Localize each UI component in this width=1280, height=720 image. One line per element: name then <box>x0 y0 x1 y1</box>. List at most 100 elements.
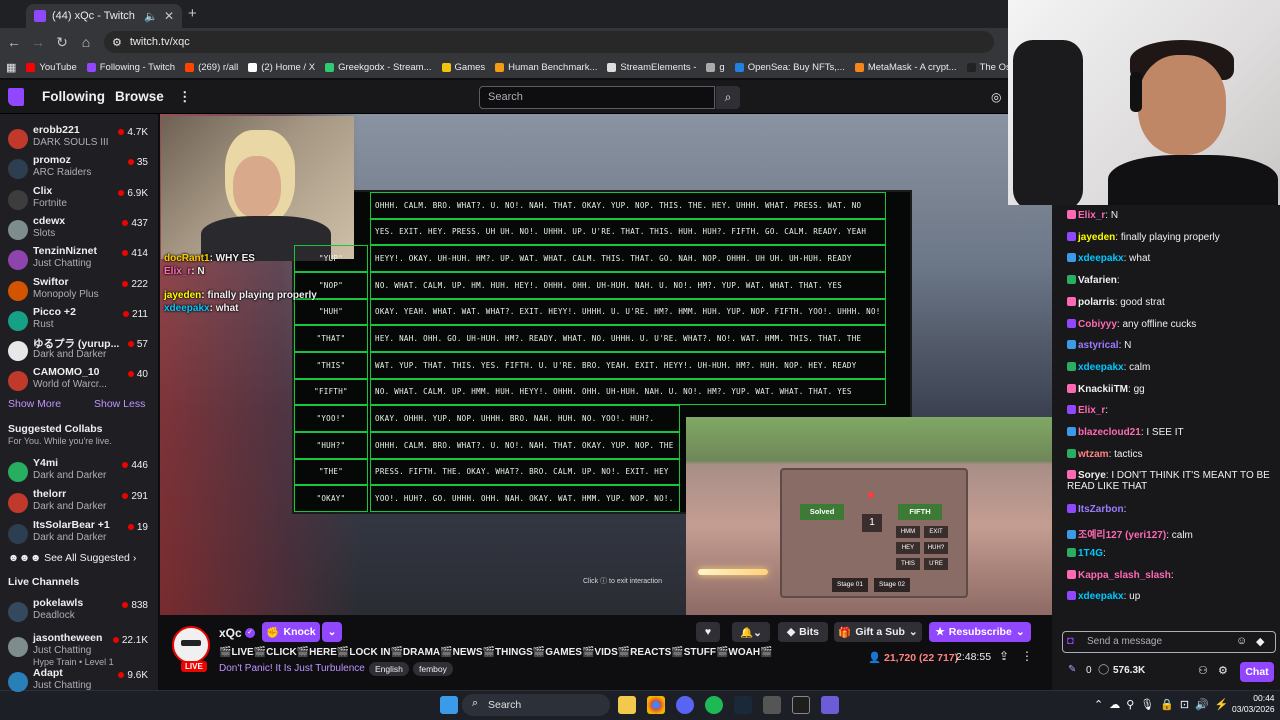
chat-username[interactable]: Elix_r <box>1078 210 1105 221</box>
reload-icon[interactable]: ↻ <box>50 34 74 51</box>
apps-grid-icon[interactable]: ▦ <box>6 61 16 74</box>
close-tab-icon[interactable]: ✕ <box>164 9 174 23</box>
steam-icon[interactable] <box>734 696 752 714</box>
home-icon[interactable]: ⌂ <box>74 34 98 50</box>
chat-username[interactable]: xdeepakx <box>1078 362 1124 373</box>
spotify-icon[interactable] <box>705 696 723 714</box>
sidebar-channel[interactable]: jasontheween Just Chatting 22.1K Hype Train… <box>6 631 156 671</box>
bookmark-item[interactable]: Following - Twitch <box>86 62 175 73</box>
notifications-bell-icon[interactable]: 🔔⌄ <box>732 622 770 642</box>
apps-icon[interactable] <box>821 696 839 714</box>
bookmark-item[interactable]: Games <box>441 62 485 73</box>
chat-viewers-icon[interactable]: ⚇ <box>1198 664 1208 677</box>
chat-username[interactable]: astyrical <box>1078 340 1119 351</box>
chat-username[interactable]: 조예리127 (yeri127) <box>1078 530 1166 541</box>
bookmark-item[interactable]: StreamElements - <box>607 62 696 73</box>
chat-username[interactable]: Vafarien <box>1078 275 1117 286</box>
show-more-link[interactable]: Show More <box>8 398 61 410</box>
forward-icon[interactable]: → <box>26 34 50 50</box>
gift-sub-button[interactable]: 🎁 Gift a Sub ⌄ <box>834 622 922 642</box>
sidebar-channel[interactable]: Picco +2 Rust 211 <box>6 305 156 335</box>
chat-username[interactable]: jayeden <box>1078 232 1115 243</box>
chat-emote-icon[interactable]: ☺ <box>1236 635 1247 647</box>
sidebar-channel[interactable]: promoz ARC Raiders 35 <box>6 153 156 183</box>
back-icon[interactable]: ← <box>2 34 26 50</box>
chat-username[interactable]: wtzam <box>1078 449 1109 460</box>
chat-username[interactable]: blazecloud21 <box>1078 427 1141 438</box>
search-input[interactable]: Search <box>479 86 715 109</box>
discord-icon[interactable] <box>676 696 694 714</box>
see-all-suggested-link[interactable]: ☻☻☻ See All Suggested › <box>8 552 136 564</box>
knock-button[interactable]: ✊ Knock <box>262 622 320 642</box>
chat-username[interactable]: polarris <box>1078 297 1115 308</box>
sidebar-channel[interactable]: cdewx Slots 437 <box>6 214 156 244</box>
more-menu-icon[interactable]: ⋮ <box>178 89 192 105</box>
streamer-name[interactable]: xQc <box>219 626 242 640</box>
bookmark-item[interactable]: Human Benchmark... <box>495 62 597 73</box>
follow-heart-icon[interactable]: ♥ <box>696 622 720 642</box>
channel-points-icon[interactable]: ◯ <box>1098 664 1109 675</box>
new-tab-button[interactable]: + <box>188 5 197 22</box>
stream-category-link[interactable]: Don't Panic! It Is Just Turbulence <box>219 663 365 674</box>
knock-dropdown-icon[interactable]: ⌄ <box>322 622 342 642</box>
sidebar-channel[interactable]: thelorr Dark and Darker 291 <box>6 487 156 517</box>
tag-english[interactable]: English <box>369 662 409 676</box>
chat-pin-icon[interactable]: ✎ <box>1068 664 1076 675</box>
sidebar-channel[interactable]: Swiftor Monopoly Plus 222 <box>6 275 156 305</box>
chat-username[interactable]: Kappa_slash_slash <box>1078 570 1171 581</box>
bookmark-item[interactable]: The Osbournes - Se... <box>966 62 1008 73</box>
sidebar-channel[interactable]: Y4mi Dark and Darker 446 <box>6 456 156 486</box>
bookmark-item[interactable]: (269) r/all <box>185 62 238 73</box>
tag-femboy[interactable]: femboy <box>413 662 453 676</box>
chrome-icon[interactable] <box>647 696 665 714</box>
chat-username[interactable]: ItsZarbon <box>1078 504 1124 515</box>
chat-username[interactable]: Cobiyyy <box>1078 319 1117 330</box>
chat-username[interactable]: xdeepakx <box>1078 591 1124 602</box>
chat-username[interactable]: Sorye <box>1078 470 1106 481</box>
chat-settings-gear-icon[interactable]: ⚙ <box>1218 664 1228 677</box>
show-less-link[interactable]: Show Less <box>94 398 145 410</box>
chat-username[interactable]: 1T4G <box>1078 548 1103 559</box>
prime-crown-icon[interactable]: ◎ <box>991 90 1001 104</box>
settings-app-icon[interactable] <box>763 696 781 714</box>
nav-following[interactable]: Following <box>42 89 105 104</box>
url-bar[interactable]: ⚙ twitch.tv/xqc <box>104 31 994 53</box>
taskbar-search[interactable]: Search <box>462 694 610 716</box>
twitch-logo-icon[interactable] <box>8 88 24 106</box>
mute-tab-icon[interactable]: 🔈 <box>144 10 158 23</box>
sidebar-channel[interactable]: pokelawls Deadlock 838 <box>6 596 156 626</box>
search-icon[interactable]: ⌕ <box>716 86 740 109</box>
site-info-icon[interactable]: ⚙ <box>112 36 122 49</box>
bookmark-item[interactable]: g <box>706 62 725 73</box>
bookmark-item[interactable]: Greekgodx - Stream... <box>325 62 432 73</box>
system-tray-icons[interactable]: ⌃☁⚲🎙🔒⊡🔊⚡ <box>1094 698 1235 711</box>
obs-icon[interactable] <box>792 696 810 714</box>
chat-username[interactable]: xdeepakx <box>1078 253 1124 264</box>
chat-username[interactable]: Elix_r <box>1078 405 1105 416</box>
share-icon[interactable]: ⇪ <box>999 649 1009 663</box>
sidebar-channel[interactable]: ItsSolarBear +1 Dark and Darker 19 <box>6 518 156 548</box>
more-options-icon[interactable]: ⋮ <box>1021 649 1033 663</box>
bookmark-item[interactable]: OpenSea: Buy NFTs,... <box>734 62 845 73</box>
bookmark-item[interactable]: YouTube <box>26 62 77 73</box>
channel-points-value[interactable]: 576.3K <box>1113 665 1145 676</box>
bookmark-item[interactable]: (2) Home / X <box>248 62 315 73</box>
browser-tab[interactable]: (44) xQc - Twitch 🔈 ✕ <box>26 4 182 28</box>
sidebar-channel[interactable]: erobb221 DARK SOULS III 4.7K <box>6 123 156 153</box>
resubscribe-button[interactable]: ★ Resubscribe ⌄ <box>929 622 1031 642</box>
sidebar-channel[interactable]: Clix Fortnite 6.9K <box>6 184 156 214</box>
streamer-avatar[interactable] <box>172 626 210 664</box>
file-explorer-icon[interactable] <box>618 696 636 714</box>
sidebar-channel[interactable]: CAMOMO_10 World of Warcr... 40 <box>6 365 156 395</box>
bookmark-item[interactable]: MetaMask - A crypt... <box>854 62 957 73</box>
sidebar-channel[interactable]: TenzinNiznet Just Chatting 414 <box>6 244 156 274</box>
chat-send-button[interactable]: Chat <box>1240 662 1274 682</box>
windows-start-icon[interactable] <box>440 696 458 714</box>
bits-button[interactable]: ◆ Bits <box>778 622 828 642</box>
chat-username[interactable]: KnackiiTM <box>1078 384 1128 395</box>
nav-browse[interactable]: Browse <box>115 89 164 104</box>
sidebar-channel[interactable]: ゆるプラ (yurup... Dark and Darker 57 <box>6 335 156 365</box>
chat-shield-icon[interactable]: ◘ <box>1067 635 1074 647</box>
sidebar-channel[interactable]: Adapt Just Chatting 9.6K <box>6 666 156 696</box>
chat-bits-icon[interactable]: ◆ <box>1256 635 1264 648</box>
